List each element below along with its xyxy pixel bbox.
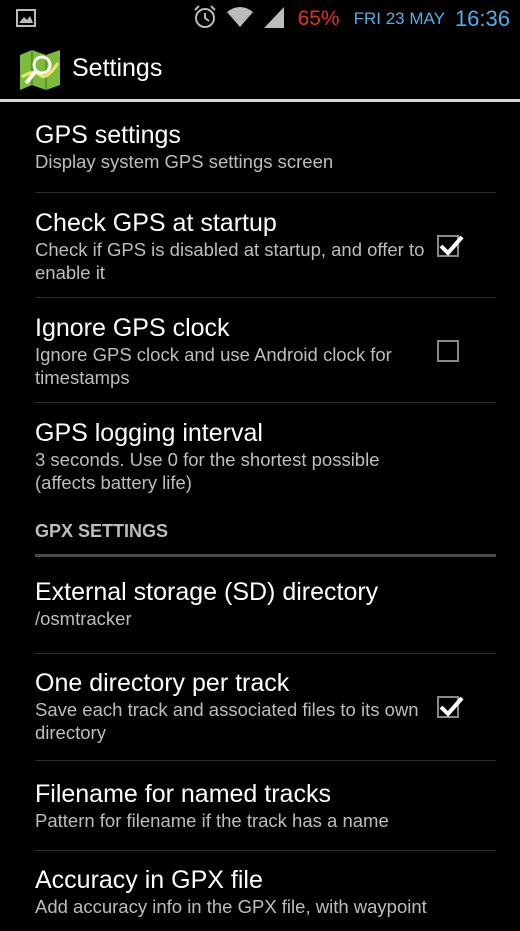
- pref-title: Filename for named tracks: [35, 780, 331, 808]
- pref-summary: Display system GPS settings screen: [35, 151, 334, 172]
- pref-accuracy-gpx-file[interactable]: Accuracy in GPX file Add accuracy info i…: [35, 851, 496, 931]
- pref-title: GPS settings: [35, 121, 181, 149]
- status-bar: 65% FRI 23 MAY 16:36: [0, 0, 520, 38]
- settings-list: GPS settings Display system GPS settings…: [0, 102, 520, 931]
- action-bar: Settings: [0, 38, 520, 102]
- pref-title: Accuracy in GPX file: [35, 866, 263, 894]
- pref-title: GPS logging interval: [35, 419, 263, 447]
- battery-level: 65%: [297, 7, 340, 30]
- pref-summary: 3 seconds. Use 0 for the shortest possib…: [35, 449, 380, 493]
- pref-title: External storage (SD) directory: [35, 578, 379, 606]
- category-gpx-settings: GPX SETTINGS: [35, 509, 496, 557]
- check-gps-startup-checkbox[interactable]: [437, 235, 464, 257]
- pref-filename-named-tracks[interactable]: Filename for named tracks Pattern for fi…: [35, 761, 496, 851]
- pref-title: Ignore GPS clock: [35, 314, 230, 342]
- image-icon: [16, 9, 36, 32]
- signal-icon: [262, 5, 286, 34]
- checkmark-icon: [439, 696, 464, 717]
- wifi-icon: [226, 6, 254, 33]
- pref-gps-settings[interactable]: GPS settings Display system GPS settings…: [35, 102, 496, 193]
- ignore-gps-clock-checkbox[interactable]: [437, 340, 459, 362]
- alarm-clock-icon: [192, 4, 218, 35]
- page-title: Settings: [72, 54, 163, 82]
- pref-title: Check GPS at startup: [35, 209, 277, 237]
- pref-summary: /osmtracker: [35, 608, 132, 629]
- pref-external-storage-directory[interactable]: External storage (SD) directory /osmtrac…: [35, 557, 496, 654]
- pref-summary: Check if GPS is disabled at startup, and…: [35, 239, 425, 283]
- pref-check-gps-startup[interactable]: Check GPS at startup Check if GPS is dis…: [35, 193, 496, 298]
- osmtracker-map-icon[interactable]: [18, 47, 62, 91]
- date: FRI 23 MAY: [353, 9, 445, 28]
- one-directory-per-track-checkbox[interactable]: [437, 696, 464, 718]
- pref-one-directory-per-track[interactable]: One directory per track Save each track …: [35, 654, 496, 761]
- pref-summary: Ignore GPS clock and use Android clock f…: [35, 344, 392, 388]
- pref-summary: Pattern for filename if the track has a …: [35, 810, 389, 831]
- pref-ignore-gps-clock[interactable]: Ignore GPS clock Ignore GPS clock and us…: [35, 298, 496, 403]
- pref-title: One directory per track: [35, 669, 290, 697]
- pref-summary: Add accuracy info in the GPX file, with …: [35, 896, 427, 917]
- pref-gps-logging-interval[interactable]: GPS logging interval 3 seconds. Use 0 fo…: [35, 403, 496, 509]
- clock-time: 16:36: [454, 6, 510, 31]
- pref-summary: Save each track and associated files to …: [35, 699, 419, 743]
- checkmark-icon: [439, 235, 464, 256]
